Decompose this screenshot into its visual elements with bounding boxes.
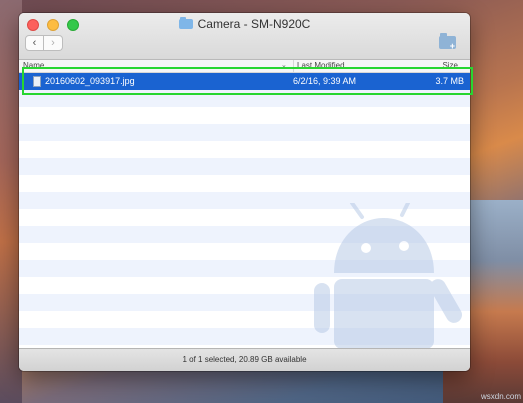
- file-name: 20160602_093917.jpg: [45, 76, 135, 86]
- chevron-right-icon: ›: [51, 37, 55, 49]
- new-folder-icon[interactable]: [439, 33, 456, 51]
- empty-row: [19, 124, 470, 141]
- column-name[interactable]: Name: [23, 60, 44, 72]
- file-row[interactable]: 20160602_093917.jpg 6/2/16, 9:39 AM 3.7 …: [19, 73, 470, 90]
- sort-indicator-icon: ⌄: [281, 62, 287, 69]
- back-button[interactable]: ‹: [25, 35, 44, 51]
- watermark: wsxdn.com: [480, 392, 521, 401]
- navigation-buttons: ‹ ›: [25, 35, 63, 51]
- status-bar: 1 of 1 selected, 20.89 GB available: [19, 348, 470, 371]
- empty-row: [19, 158, 470, 175]
- status-text: 1 of 1 selected, 20.89 GB available: [182, 355, 307, 364]
- file-last-modified: 6/2/16, 9:39 AM: [293, 76, 357, 86]
- column-size[interactable]: Size: [442, 60, 458, 72]
- image-file-icon: [33, 76, 41, 87]
- column-header: Name ⌄ Last Modified Size: [19, 60, 470, 73]
- android-robot-icon: [314, 203, 462, 349]
- empty-row: [19, 141, 470, 158]
- empty-row: [19, 90, 470, 107]
- android-file-transfer-window: Camera - SM-N920C ‹ › Name ⌄ Last Modifi…: [19, 13, 470, 371]
- empty-row: [19, 107, 470, 124]
- window-title: Camera - SM-N920C: [19, 17, 470, 31]
- chevron-left-icon: ‹: [32, 37, 37, 49]
- empty-row: [19, 175, 470, 192]
- folder-icon: [178, 17, 193, 29]
- file-size: 3.7 MB: [435, 76, 464, 86]
- titlebar[interactable]: Camera - SM-N920C ‹ ›: [19, 13, 470, 60]
- column-last-modified[interactable]: Last Modified: [293, 60, 345, 72]
- forward-button[interactable]: ›: [44, 35, 63, 51]
- window-title-text: Camera - SM-N920C: [197, 17, 311, 31]
